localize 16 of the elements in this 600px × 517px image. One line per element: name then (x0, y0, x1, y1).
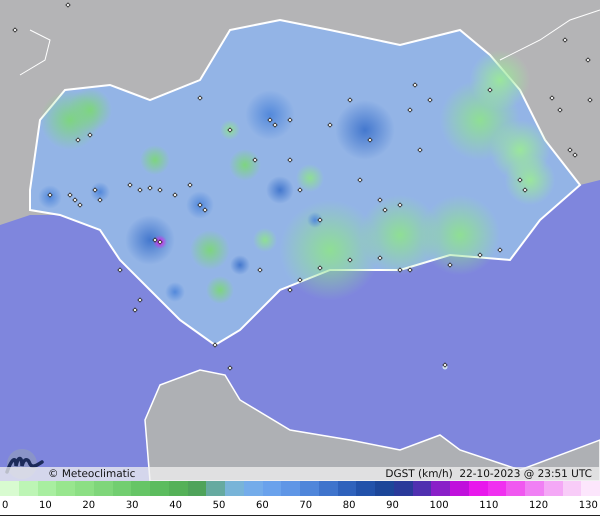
scale-label: 60 (256, 500, 269, 511)
scale-label: 70 (299, 500, 312, 511)
scale-label: 110 (479, 500, 498, 511)
copyright-text: © Meteoclimatic (48, 468, 136, 480)
scale-label: 90 (386, 500, 399, 511)
scale-label: 100 (430, 500, 449, 511)
caption-text: DGST (km/h) 22-10-2023 @ 23:51 UTC (385, 468, 592, 480)
scale-label: 120 (529, 500, 548, 511)
scale-label: 130 (578, 500, 598, 511)
scale-label: 30 (126, 500, 139, 511)
scale-label: 40 (169, 500, 182, 511)
scale-label: 0 (2, 500, 8, 511)
scale-label: 50 (212, 500, 226, 511)
scale-label: 80 (342, 500, 356, 511)
scale-label: 10 (39, 500, 52, 511)
scale-label: 20 (82, 500, 96, 511)
